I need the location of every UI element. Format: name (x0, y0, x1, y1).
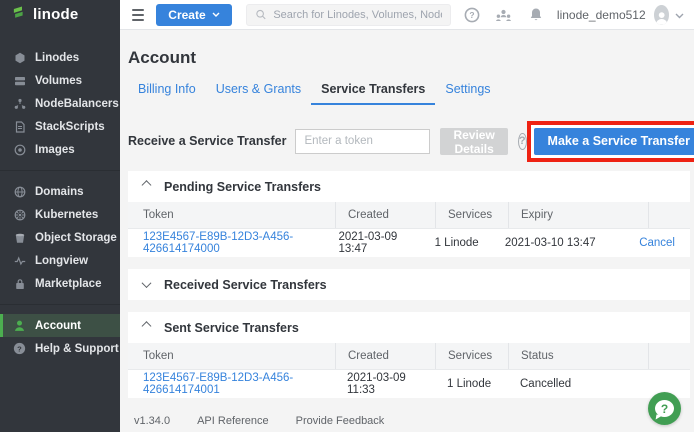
tab-service-transfers[interactable]: Service Transfers (311, 77, 435, 105)
search-icon (255, 8, 267, 21)
sidebar-item-linodes[interactable]: Linodes (0, 46, 120, 69)
create-button[interactable]: Create (156, 4, 231, 26)
tab-users-grants[interactable]: Users & Grants (206, 77, 311, 105)
sidebar-item-account[interactable]: Account (0, 314, 120, 337)
column-header-status: Status (508, 343, 648, 369)
collapse-chevron-icon (142, 180, 152, 190)
search-input[interactable] (273, 9, 442, 21)
make-service-transfer-button[interactable]: Make a Service Transfer (534, 128, 694, 155)
table-row: 123E4567-E89B-12D3-A456-426614174000 202… (128, 229, 690, 257)
sidebar-divider (0, 170, 120, 171)
column-header-created: Created (335, 202, 435, 228)
top-navigation-bar: linode Create ? (0, 0, 694, 30)
receive-help-icon[interactable]: ? (518, 133, 527, 150)
avatar[interactable] (654, 5, 669, 25)
linode-logo[interactable]: linode (0, 0, 120, 30)
received-transfers-accordion-header[interactable]: Received Service Transfers (128, 269, 690, 300)
sent-table-header: Token Created Services Status (128, 343, 690, 370)
logo-text: linode (33, 6, 78, 23)
menu-toggle-icon[interactable] (132, 9, 144, 21)
sent-transfers-accordion-header[interactable]: Sent Service Transfers (128, 312, 690, 343)
notifications-bell-icon[interactable] (527, 6, 545, 24)
sidebar-item-kubernetes[interactable]: Kubernetes (0, 203, 120, 226)
pending-transfers-panel: Pending Service Transfers Token Created … (128, 171, 690, 257)
sent-transfers-panel: Sent Service Transfers Token Created Ser… (128, 312, 690, 398)
column-header-services: Services (435, 202, 508, 228)
provide-feedback-link[interactable]: Provide Feedback (296, 415, 385, 427)
expand-chevron-icon (142, 278, 152, 288)
column-header-actions (648, 202, 690, 228)
app-version: v1.34.0 (134, 415, 170, 427)
token-input[interactable] (295, 129, 430, 154)
sidebar-item-stackscripts[interactable]: StackScripts (0, 115, 120, 138)
receive-transfer-row: Receive a Service Transfer Review Detail… (128, 123, 690, 159)
column-header-services: Services (435, 343, 508, 369)
pending-transfers-accordion-header[interactable]: Pending Service Transfers (128, 171, 690, 202)
help-icon[interactable]: ? (463, 6, 481, 24)
stackscripts-icon (13, 120, 26, 133)
help-support-icon: ? (13, 342, 26, 355)
table-row: 123E4567-E89B-12D3-A456-426614174001 202… (128, 370, 690, 398)
sidebar-item-images[interactable]: Images (0, 138, 120, 161)
account-menu-chevron-icon[interactable] (675, 6, 684, 24)
chevron-down-icon (212, 12, 220, 17)
longview-icon (13, 254, 26, 267)
svg-text:?: ? (17, 344, 22, 353)
api-reference-link[interactable]: API Reference (197, 415, 269, 427)
linode-logo-icon (12, 5, 27, 25)
pending-table-header: Token Created Services Expiry (128, 202, 690, 229)
pending-services-cell: 1 Linode (423, 237, 493, 249)
volumes-icon (13, 74, 26, 87)
community-icon[interactable] (495, 6, 513, 24)
sidebar-item-nodebalancers[interactable]: NodeBalancers (0, 92, 120, 115)
domains-icon (13, 185, 26, 198)
page-title: Account (128, 48, 690, 68)
sidebar-item-longview[interactable]: Longview (0, 249, 120, 272)
sent-services-cell: 1 Linode (435, 378, 508, 390)
annotation-highlight: Make a Service Transfer (527, 121, 694, 162)
pending-expiry-cell: 2021-03-10 13:47 (493, 237, 627, 249)
svg-text:?: ? (469, 10, 474, 20)
sidebar-item-domains[interactable]: Domains (0, 180, 120, 203)
tab-settings[interactable]: Settings (435, 77, 500, 105)
account-menu-username[interactable]: linode_demo512 (557, 8, 646, 22)
cancel-transfer-button[interactable]: Cancel (639, 237, 675, 249)
support-chat-bubble-icon[interactable]: ? (648, 392, 681, 425)
received-transfers-panel: Received Service Transfers (128, 269, 690, 300)
nodebalancers-icon (13, 97, 26, 110)
sidebar-navigation: Linodes Volumes NodeBalancers StackScrip… (0, 30, 120, 432)
pending-created-cell: 2021-03-09 13:47 (326, 231, 422, 255)
sidebar-item-object-storage[interactable]: Object Storage (0, 226, 120, 249)
global-search[interactable] (246, 4, 451, 26)
pending-token-link[interactable]: 123E4567-E89B-12D3-A456-426614174000 (143, 231, 293, 255)
sent-status-cell: Cancelled (508, 378, 648, 390)
object-storage-icon (13, 231, 26, 244)
kubernetes-icon (13, 208, 26, 221)
collapse-chevron-icon (142, 321, 152, 331)
column-header-token: Token (128, 343, 335, 369)
page-footer: v1.34.0 API Reference Provide Feedback (134, 415, 690, 427)
review-details-button[interactable]: Review Details (440, 128, 507, 155)
column-header-expiry: Expiry (508, 202, 648, 228)
sidebar-item-marketplace[interactable]: Marketplace (0, 272, 120, 295)
sent-created-cell: 2021-03-09 11:33 (335, 372, 435, 396)
account-tabs: Billing Info Users & Grants Service Tran… (128, 77, 690, 105)
linodes-icon (13, 51, 26, 64)
column-header-token: Token (128, 202, 335, 228)
marketplace-icon (13, 277, 26, 290)
main-content: Account Billing Info Users & Grants Serv… (120, 30, 694, 432)
images-icon (13, 143, 26, 156)
account-icon (13, 319, 26, 332)
tab-billing-info[interactable]: Billing Info (128, 77, 206, 105)
sidebar-item-help-support[interactable]: ? Help & Support (0, 337, 120, 360)
sidebar-divider (0, 304, 120, 305)
column-header-created: Created (335, 343, 435, 369)
sidebar-item-volumes[interactable]: Volumes (0, 69, 120, 92)
sent-token-link[interactable]: 123E4567-E89B-12D3-A456-426614174001 (143, 372, 293, 396)
receive-transfer-label: Receive a Service Transfer (128, 134, 286, 148)
